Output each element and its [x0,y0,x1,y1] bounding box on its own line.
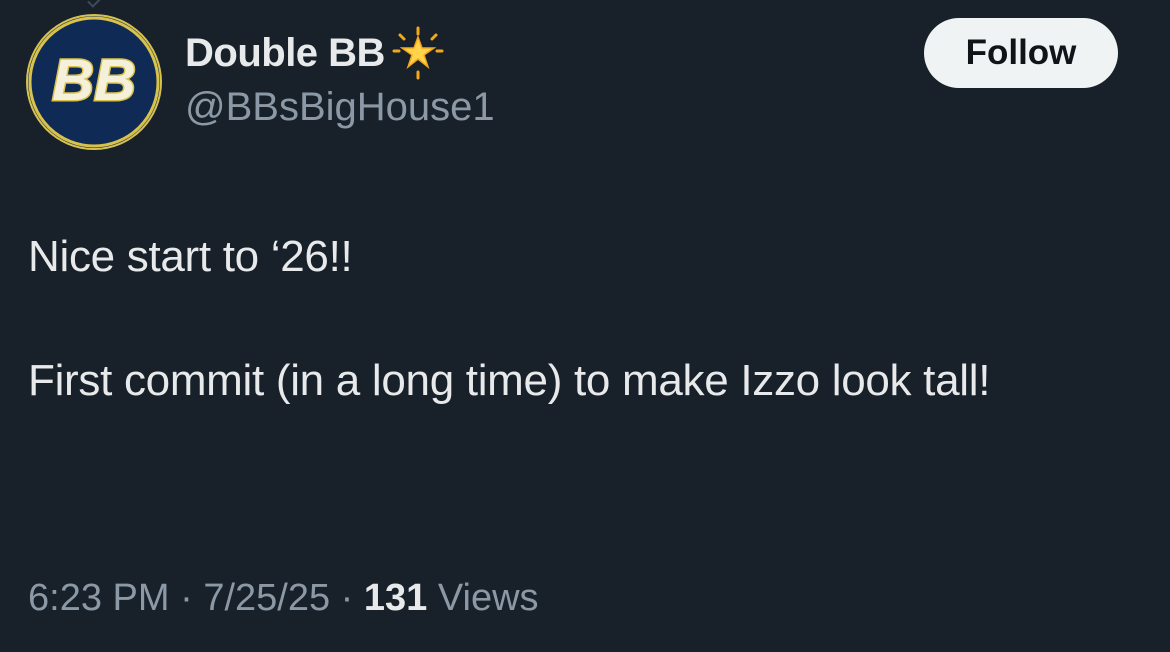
tweet-date[interactable]: 7/25/25 [203,577,330,619]
views-label[interactable]: Views [438,577,539,619]
user-handle[interactable]: @BBsBigHouse1 [185,85,495,130]
display-name[interactable]: Double BB [185,31,385,76]
views-count[interactable]: 131 [364,577,427,619]
follow-button[interactable]: Follow [924,18,1118,88]
tweet-text: Nice start to ‘26!! First commit (in a l… [28,232,991,405]
tweet-meta: 6:23 PM · 7/25/25 · 131 Views [28,577,539,620]
avatar[interactable]: BB [26,14,162,150]
meta-separator: · [180,577,193,619]
display-name-row: Double BB [185,26,445,80]
bb-logo-icon: BB [28,16,160,148]
tweet-card: BB Double BB @BBsBigHouse1 Follow Nice s… [0,0,1170,652]
glowing-star-icon [392,26,444,80]
tweet-time[interactable]: 6:23 PM [28,577,170,619]
scroll-hint-icon [87,0,103,8]
avatar-lettering: BB [52,48,136,113]
meta-separator: · [340,577,354,619]
